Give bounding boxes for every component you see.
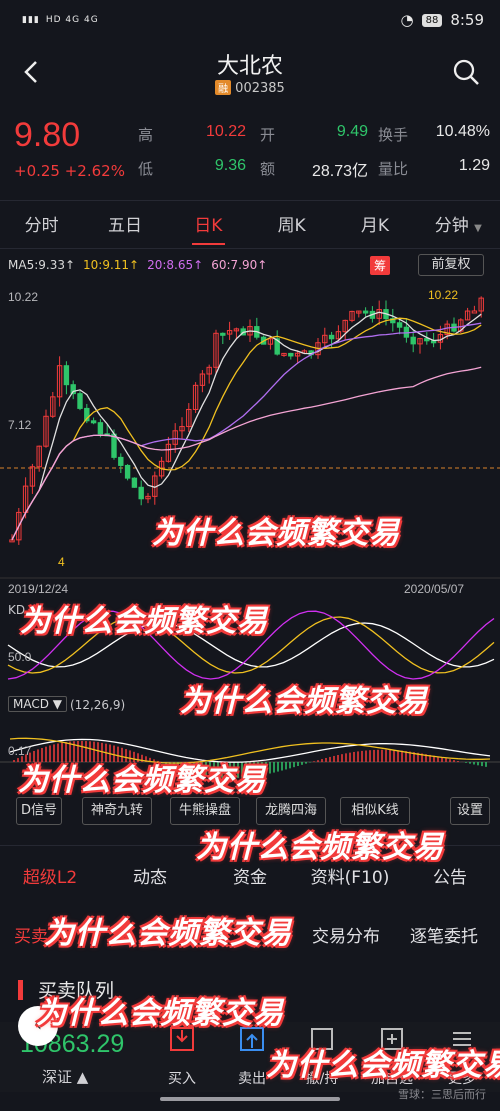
status-right: ◔ 88 8:59: [400, 11, 484, 29]
low-label: 低: [138, 160, 154, 178]
speed-icon: ◔: [400, 11, 414, 29]
kdj-value: 50.0: [8, 650, 32, 664]
macd-label: MACD ▼: [13, 697, 63, 711]
signal-indicators: ▮▮▮ HD 4G 4G: [22, 15, 99, 25]
clock: 8:59: [450, 11, 484, 29]
tab-minute-label: 分钟: [434, 216, 469, 236]
candle-body: [220, 332, 226, 336]
d-signal-button[interactable]: D信号: [16, 797, 62, 825]
header: 大北农 融 002385: [0, 40, 500, 106]
volume-ratio-value: 1.29: [458, 157, 490, 174]
dragon-button[interactable]: 龙腾四海: [256, 797, 326, 825]
settings-button[interactable]: 设置: [450, 797, 490, 825]
ma-line: [11, 311, 482, 541]
subtab-buysell[interactable]: 买卖: [14, 922, 48, 947]
macd-params: (12,26,9): [70, 698, 126, 712]
divider: [0, 200, 500, 201]
axis-low-label: 4: [58, 555, 65, 569]
index-name[interactable]: 深证 ▲: [42, 1066, 88, 1087]
open-label: 开: [260, 126, 276, 144]
dropdown-icon: ▼: [474, 223, 482, 234]
current-price: 9.80: [14, 116, 81, 154]
stock-code: 002385: [235, 81, 285, 96]
tab-timeshare[interactable]: 分时: [0, 205, 83, 247]
candle-body: [410, 336, 416, 345]
ma-legend: MA5:9.33↑ 10:9.11↑ 20:8.65↑ 60:7.90↑: [8, 258, 267, 272]
quote-panel: 9.80 +0.25 +2.62% 高 10.22 开 9.49 换手 10.4…: [0, 112, 500, 192]
axis-high-label: 10.22: [8, 290, 39, 304]
axis-mid-label: 7.12: [8, 418, 32, 432]
candle-body: [424, 338, 430, 342]
overlay-caption: 为什么会频繁交易: [44, 916, 292, 951]
tab-five-day[interactable]: 五日: [83, 205, 166, 247]
chip-button[interactable]: 筹: [370, 256, 391, 275]
tab-minute[interactable]: 分钟 ▼: [417, 205, 500, 247]
ma-line: [11, 317, 482, 541]
candle-body: [138, 486, 144, 500]
margin-badge: 融: [215, 80, 232, 95]
nav-buy[interactable]: 买入: [152, 1026, 212, 1088]
overlay-caption: 为什么会频繁交易: [180, 684, 428, 719]
buy-label: 买入: [168, 1071, 196, 1087]
search-icon[interactable]: [450, 56, 482, 88]
overlay-caption: 为什么会频繁交易: [36, 996, 284, 1031]
tab-daily-k[interactable]: 日K: [167, 205, 250, 247]
ma60-value: 60:7.90↑: [211, 258, 268, 272]
stock-name: 大北农: [216, 54, 283, 79]
overlay-caption: 为什么会频繁交易: [18, 763, 266, 798]
amount-label: 额: [260, 160, 276, 178]
candle-body: [118, 456, 124, 466]
candle-body: [471, 310, 478, 314]
period-tabs: 分时 五日 日K 周K 月K 分钟 ▼: [0, 205, 500, 247]
macd-selector[interactable]: MACD ▼: [8, 696, 68, 712]
axis-high-right-label: 10.22: [428, 288, 459, 302]
date-end: 2020/05/07: [404, 582, 465, 596]
ma5-value: MA5:9.33↑: [8, 258, 76, 272]
price-change: +0.25 +2.62%: [14, 162, 125, 180]
tab-news[interactable]: 动态: [100, 858, 200, 898]
volume-ratio-label: 量比: [378, 160, 409, 178]
candle-body: [124, 464, 131, 479]
overlay-caption: 为什么会频繁交易: [152, 516, 400, 551]
home-indicator[interactable]: [160, 1097, 340, 1101]
watermark: 雪球：三思后而行: [398, 1088, 486, 1101]
section-accent: [18, 980, 23, 1000]
candle-body: [90, 420, 97, 424]
tab-weekly-k[interactable]: 周K: [250, 205, 333, 247]
date-start: 2019/12/24: [8, 582, 69, 596]
high-label: 高: [138, 126, 154, 144]
candle-body: [328, 334, 335, 340]
overlay-caption: 为什么会频繁交易: [20, 604, 268, 639]
bull-bear-button[interactable]: 牛熊操盘: [170, 797, 240, 825]
stock-code-row: 融 002385: [0, 80, 500, 96]
high-value: 10.22: [205, 123, 246, 140]
turnover-value: 10.48%: [435, 123, 490, 140]
candle-body: [97, 422, 104, 435]
subtab-orders[interactable]: 逐笔委托: [410, 922, 478, 947]
similar-k-button[interactable]: 相似K线: [340, 797, 410, 825]
ma20-value: 20:8.65↑: [147, 258, 204, 272]
low-value: 9.36: [214, 157, 246, 174]
amount-value: 28.73亿: [311, 163, 368, 180]
candle-body: [396, 322, 403, 328]
turnover-label: 换手: [378, 126, 409, 144]
divider: [0, 248, 500, 249]
overlay-caption: 为什么会频繁交易: [266, 1048, 500, 1083]
status-bar: ▮▮▮ HD 4G 4G ◔ 88 8:59: [0, 0, 500, 40]
overlay-caption: 为什么会频繁交易: [196, 830, 444, 865]
candle-body: [288, 352, 294, 357]
candle-body: [362, 310, 369, 314]
candle-body: [77, 393, 83, 409]
open-value: 9.49: [336, 123, 368, 140]
tab-super-l2[interactable]: 超级L2: [0, 858, 100, 898]
ma10-value: 10:9.11↑: [83, 258, 140, 272]
battery-icon: 88: [421, 13, 443, 27]
candle-body: [131, 477, 138, 488]
tab-monthly-k[interactable]: 月K: [333, 205, 416, 247]
magic-nine-button[interactable]: 神奇九转: [82, 797, 152, 825]
adjust-button[interactable]: 前复权: [418, 254, 484, 276]
candle-body: [63, 365, 70, 386]
subtab-distribution[interactable]: 交易分布: [312, 922, 380, 947]
signal-icon: ▮▮▮: [22, 15, 40, 25]
